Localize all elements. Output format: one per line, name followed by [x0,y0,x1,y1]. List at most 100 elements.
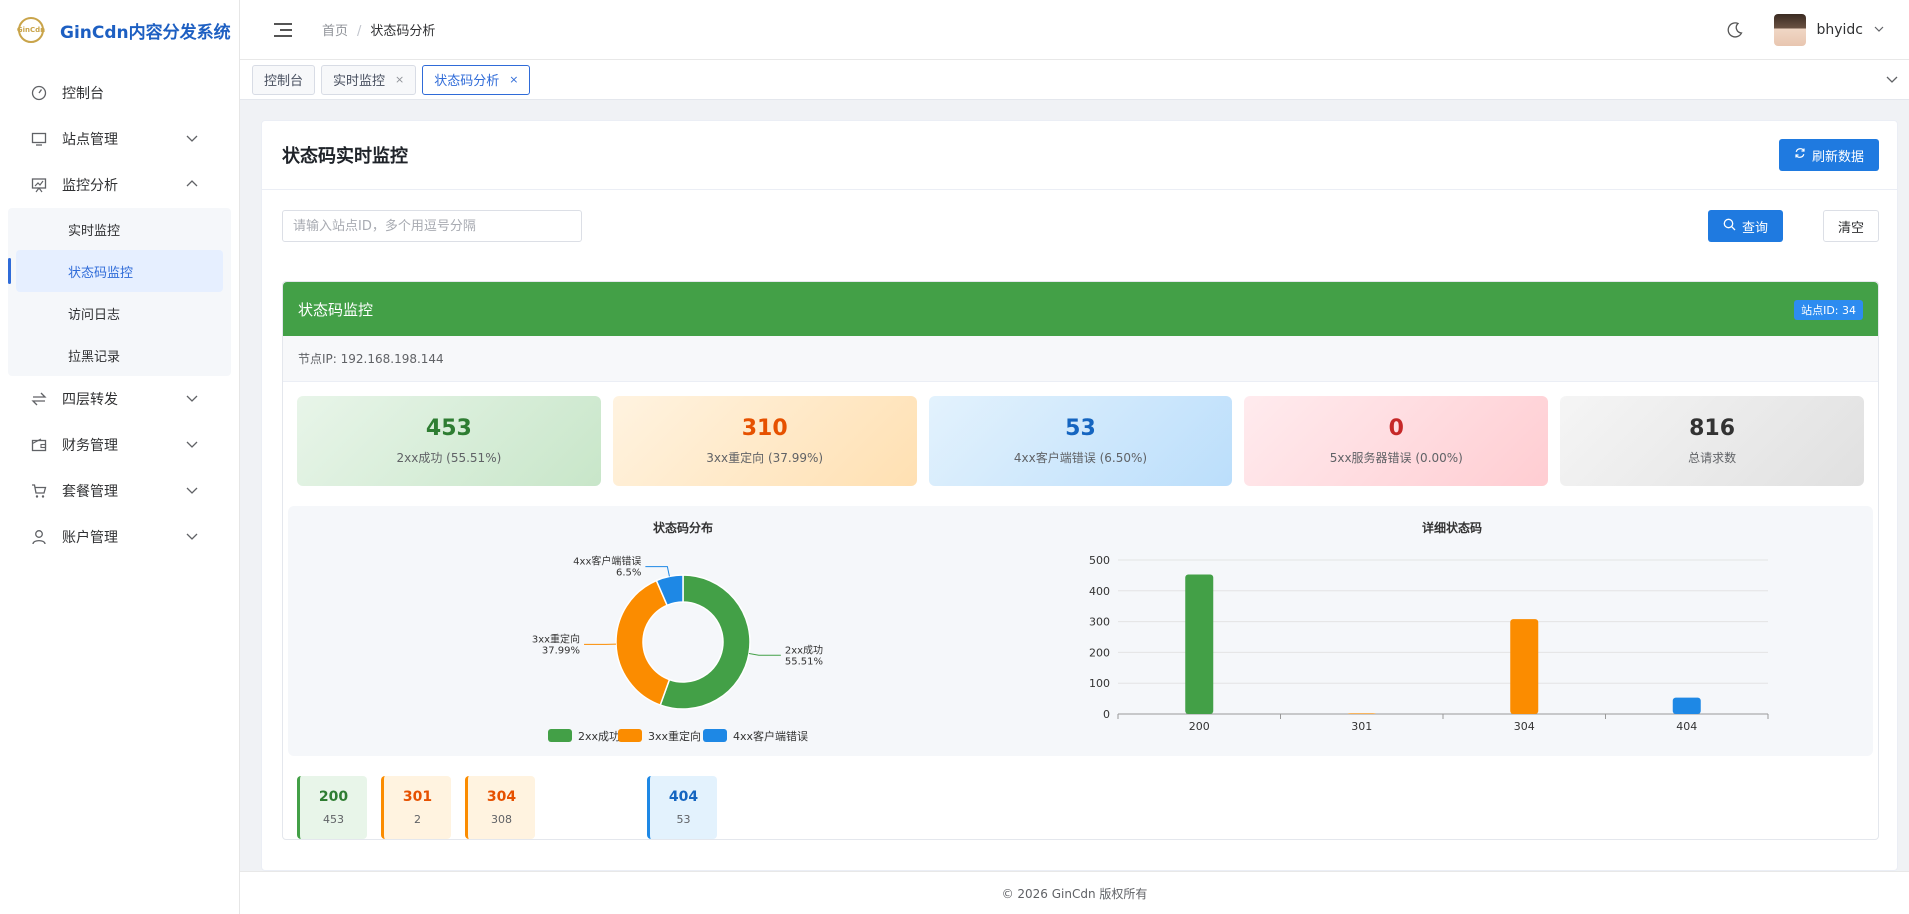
card-header: 状态码实时监控 刷新数据 [262,121,1897,190]
stat-card-3xx: 310 3xx重定向 (37.99%) [612,396,917,486]
breadcrumb: 首页 / 状态码分析 [322,20,435,39]
code-cards-row: 200 453 301 2 304 308 404 53 [283,756,1878,839]
bar [1347,713,1376,714]
username[interactable]: bhyidc [1816,22,1863,38]
sidebar-item-label: 站点管理 [62,132,118,148]
sidebar-item-account[interactable]: 账户管理 [0,514,239,560]
sidebar-subitem-blacklist[interactable]: 拉黑记录 [8,334,231,376]
sidebar-item-label: 控制台 [62,86,104,102]
pie-leader-line [748,653,781,656]
sidebar-subitem-access-log[interactable]: 访问日志 [8,292,231,334]
legend-label: 2xx成功 [578,730,620,743]
sidebar-subitem-status-code[interactable]: 状态码监控 [8,250,223,292]
chart-title: 状态码分布 [653,520,713,535]
y-tick-label: 300 [1089,616,1110,629]
user-icon [30,528,48,546]
sidebar-item-plans[interactable]: 套餐管理 [0,468,239,514]
sidebar-item-label: 监控分析 [62,178,118,194]
sidebar-item-l4-forward[interactable]: 四层转发 [0,376,239,422]
cart-icon [30,482,48,500]
x-tick-label: 304 [1514,720,1535,733]
legend-swatch [548,729,572,742]
clear-button[interactable]: 清空 [1822,210,1879,242]
breadcrumb-home[interactable]: 首页 [322,24,348,39]
sidebar-item-monitoring[interactable]: 监控分析 [0,162,239,208]
code-card-200: 200 453 [297,776,367,839]
header-right: bhyidc [1726,0,1885,60]
legend-swatch [618,729,642,742]
breadcrumb-separator: / [357,24,362,39]
tabs-bar: 控制台 实时监控 × 状态码分析 × [240,60,1909,100]
sidebar-item-label: 套餐管理 [62,484,118,500]
monitor-icon [30,130,48,148]
menu-toggle-icon[interactable] [274,22,292,37]
refresh-button[interactable]: 刷新数据 [1778,139,1879,171]
dashboard-icon [30,84,48,102]
refresh-label: 刷新数据 [1811,149,1864,165]
search-icon [1723,218,1736,235]
tab-realtime[interactable]: 实时监控 × [321,64,417,95]
stat-value: 816 [1689,416,1736,441]
sidebar-item-sites[interactable]: 站点管理 [0,116,239,162]
sidebar-item-label: 四层转发 [62,392,118,408]
legend-label: 3xx重定向 [648,729,701,743]
avatar[interactable] [1774,14,1807,46]
tab-dashboard[interactable]: 控制台 [252,64,316,95]
sidebar-item-dashboard[interactable]: 控制台 [0,70,239,116]
breadcrumb-current: 状态码分析 [370,24,436,39]
sidebar-menu: 控制台 站点管理 监控分析 实时监控 状态码监控 访问日志 拉黑记录 四层转发 … [0,70,239,560]
code-value: 304 [486,789,517,805]
page-title: 状态码实时监控 [282,146,408,167]
sidebar-item-finance[interactable]: 财务管理 [0,422,239,468]
sidebar-item-label: 财务管理 [62,438,118,454]
status-code-panel: 状态码监控 站点ID: 34 节点IP: 192.168.198.144 453… [282,281,1879,840]
code-count: 2 [414,813,421,826]
stat-card-total: 816 总请求数 [1560,396,1864,486]
code-value: 200 [318,789,349,805]
stat-value: 53 [1065,416,1096,441]
chevron-down-icon[interactable] [1885,72,1899,89]
chart-icon [30,176,48,194]
y-tick-label: 400 [1089,585,1110,598]
pie-chart: 状态码分布2xx成功55.51%3xx重定向37.99%4xx客户端错误6.5%… [532,520,823,743]
stat-card-5xx: 0 5xx服务器错误 (0.00%) [1244,396,1549,486]
close-icon[interactable]: × [509,73,518,86]
stat-label: 4xx客户端错误 (6.50%) [1013,451,1148,465]
logo[interactable]: GinCdn GinCdn内容分发系统 [0,0,239,60]
app-title: GinCdn内容分发系统 [60,22,231,43]
y-tick-label: 0 [1103,708,1110,721]
tab-label: 控制台 [264,74,304,89]
tab-status-code-analysis[interactable]: 状态码分析 × [422,64,531,95]
stat-value: 453 [425,416,472,441]
x-tick-label: 301 [1351,720,1372,733]
chevron-down-icon [185,391,199,409]
chevron-down-icon[interactable] [1873,23,1885,38]
code-count: 453 [323,813,344,826]
sidebar-item-label: 账户管理 [62,530,118,546]
legend-label: 4xx客户端错误 [733,729,808,743]
tab-label: 实时监控 [333,74,386,89]
refresh-icon [1794,147,1806,163]
chevron-down-icon [185,437,199,455]
pie-value-label: 6.5% [616,568,641,579]
code-card-304: 304 308 [465,776,535,839]
tab-label: 状态码分析 [434,74,500,89]
x-tick-label: 404 [1676,720,1697,733]
stat-label: 总请求数 [1688,451,1737,465]
sidebar-subitem-realtime[interactable]: 实时监控 [8,208,231,250]
moon-icon[interactable] [1726,21,1744,39]
stat-value: 310 [741,416,788,441]
site-id-input[interactable] [282,210,582,242]
logo-icon: GinCdn [17,17,45,43]
close-icon[interactable]: × [395,73,404,86]
stats-row: 453 2xx成功 (55.51%) 310 3xx重定向 (37.99%) 53 4… [283,382,1878,486]
search-row: 查询 清空 [262,190,1897,280]
forward-icon [30,390,48,408]
chart-title: 详细状态码 [1422,520,1482,535]
query-button[interactable]: 查询 [1707,210,1783,242]
chevron-up-icon [185,177,199,195]
pie-value-label: 55.51% [785,656,823,667]
stat-card-4xx: 53 4xx客户端错误 (6.50%) [928,396,1233,486]
stat-label: 2xx成功 (55.51%) [396,451,502,465]
pie-label: 4xx客户端错误 [573,555,641,568]
